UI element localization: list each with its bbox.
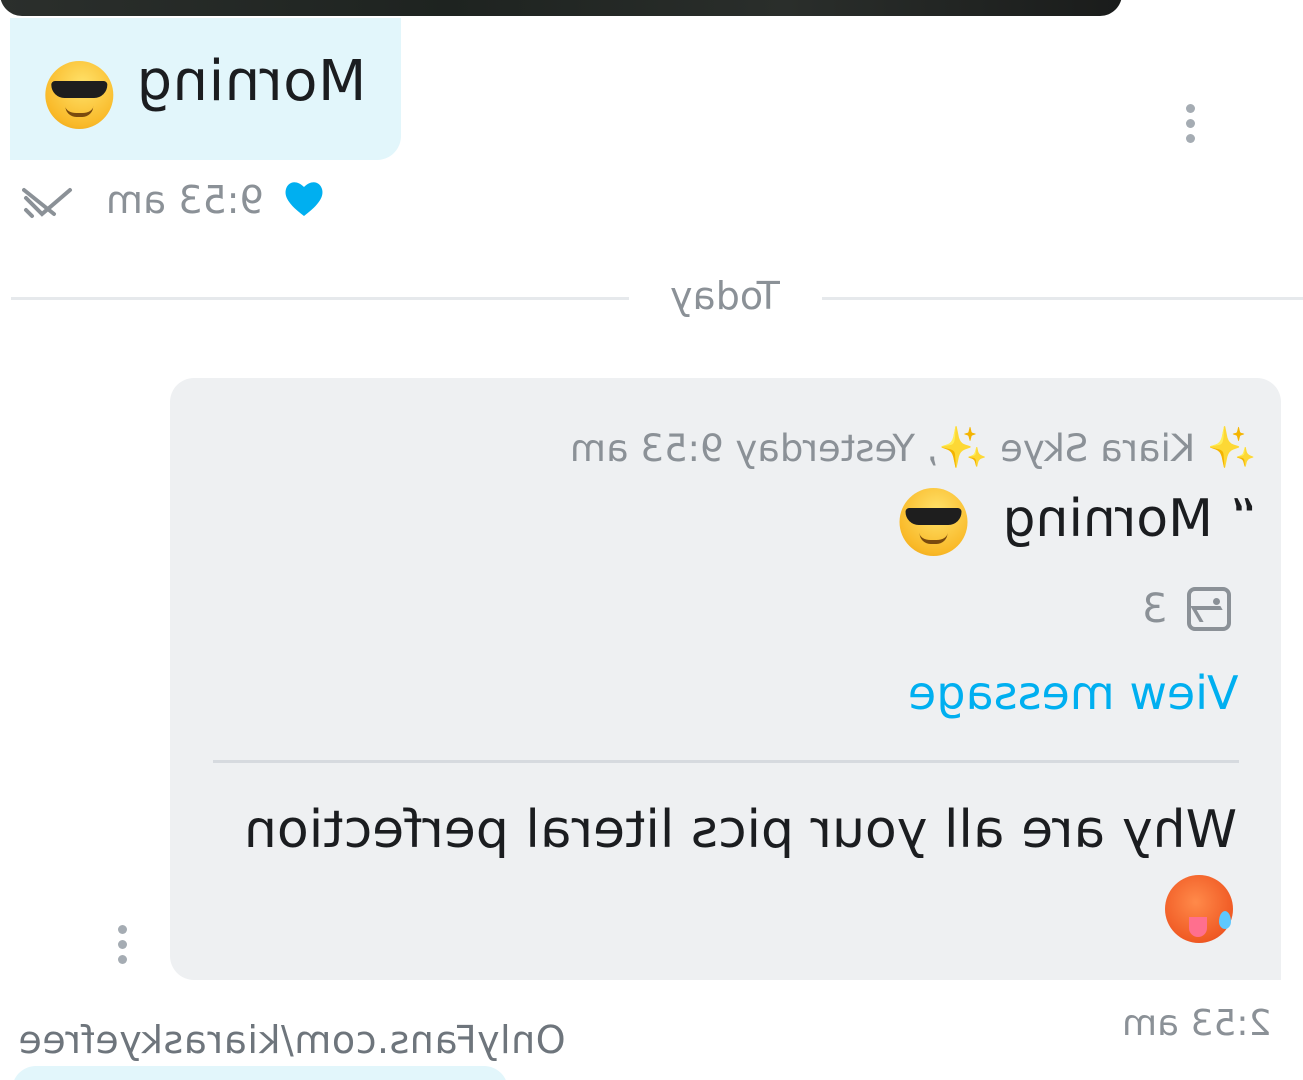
footer-label: OnlyFans.com/kiaraskyefree: [18, 1018, 566, 1062]
reply-quote-header: ✨ Kiara Skye ✨, Yesterday 9:53 am: [570, 424, 1257, 471]
photo-attachment[interactable]: [0, 0, 1122, 16]
sunglasses-emoji-icon: [900, 488, 969, 556]
received-message-meta: 9:53 am: [22, 178, 326, 222]
media-count-value: 3: [1141, 586, 1167, 632]
view-message-label: View message: [908, 666, 1239, 720]
reply-quote-text: “ Morning: [900, 488, 1257, 556]
view-message-link[interactable]: View message: [908, 666, 1239, 720]
blue-heart-icon[interactable]: [282, 178, 326, 222]
divider-line-left: [11, 297, 629, 300]
received-message-content: Morning: [44, 48, 367, 130]
divider-line-right: [822, 297, 1303, 300]
sparkles-icon: ✨: [1207, 425, 1257, 471]
message-options-icon[interactable]: [1186, 104, 1195, 143]
message-options-icon[interactable]: [118, 925, 127, 964]
hot-face-emoji-icon: [1165, 875, 1233, 943]
reply-quote-content: “ Morning: [900, 488, 1257, 556]
reply-timestamp: Yesterday 9:53 am: [570, 427, 916, 470]
next-message-bubble[interactable]: [12, 1066, 508, 1080]
sent-message-time: 2:53 am: [1122, 1003, 1271, 1044]
double-check-icon: [22, 180, 88, 220]
today-label: Today: [670, 274, 780, 318]
date-divider-label: Today: [630, 274, 820, 318]
received-message-text: Morning: [135, 48, 367, 114]
image-icon: [1187, 587, 1231, 631]
footer-link-text[interactable]: OnlyFans.com/kiaraskyefree: [18, 1018, 566, 1062]
sent-message-text: Why are all your pics literal perfection: [244, 800, 1237, 860]
sparkles-icon: ✨: [938, 425, 989, 471]
sent-message-label: Why are all your pics literal perfection: [243, 800, 1237, 860]
sunglasses-emoji-icon: [44, 61, 113, 130]
received-message-bubble[interactable]: Morning: [10, 18, 401, 160]
received-message-time: 9:53 am: [106, 178, 264, 222]
reply-quote-message: Morning: [1003, 489, 1214, 549]
sent-time-label: 2:53 am: [1121, 1003, 1271, 1044]
reply-separator: [213, 760, 1239, 763]
reply-quote-header-text: ✨ Kiara Skye ✨, Yesterday 9:53 am: [570, 425, 1257, 471]
reply-media-count: 3: [1142, 586, 1231, 632]
reply-sender-name: Kiara Skye: [1000, 427, 1196, 470]
